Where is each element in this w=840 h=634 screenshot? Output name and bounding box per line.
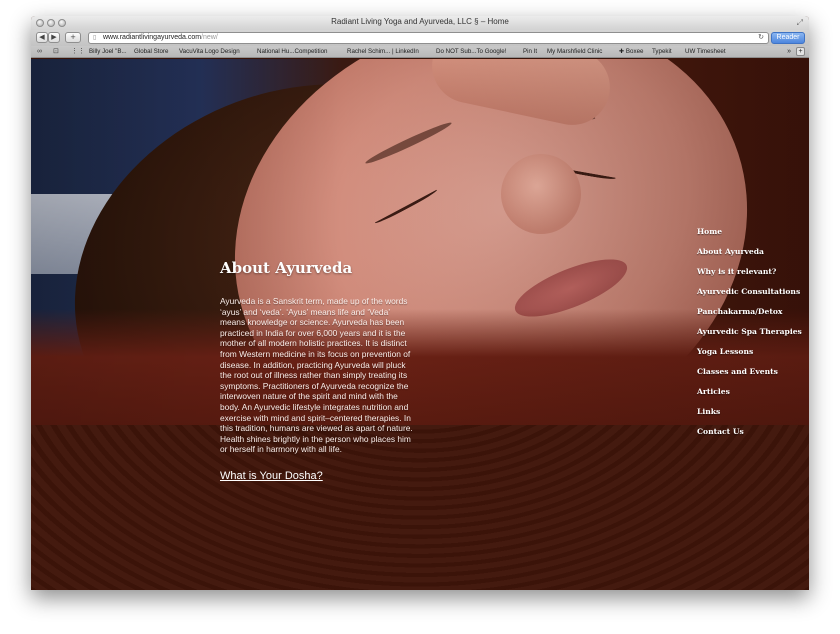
hero-photo [31, 59, 809, 425]
nav-item-articles[interactable]: Articles [697, 387, 807, 407]
nav-item-why-relevant[interactable]: Why is it relevant? [697, 267, 807, 287]
bookmark-item[interactable]: National Hu...Competition [257, 46, 328, 57]
more-bookmarks-chevron-icon[interactable]: » [787, 46, 791, 57]
photo-shade-overlay [31, 59, 809, 425]
bookmark-item[interactable]: Do NOT Sub...To Google! [436, 46, 506, 57]
window-title: Radiant Living Yoga and Ayurveda, LLC § … [331, 17, 509, 26]
bookmark-item[interactable]: Global Store [134, 46, 168, 57]
bookmarks-bar: ∞ ⊡ ⋮⋮ Billy Joel "B... Global Store Vac… [31, 46, 809, 58]
url-path: /new/ [201, 34, 218, 41]
bookmark-item[interactable]: Typekit [652, 46, 672, 57]
bookmark-item[interactable]: Billy Joel "B... [89, 46, 127, 57]
bookmark-item[interactable]: UW Timesheet [685, 46, 726, 57]
about-paragraph: Ayurveda is a Sanskrit term, made up of … [220, 296, 413, 455]
bookmark-item[interactable]: ✚ Boxee [619, 46, 643, 57]
site-navigation: Home About Ayurveda Why is it relevant? … [697, 227, 807, 447]
bookmarks-book-icon[interactable]: ⊡ [53, 46, 59, 57]
nav-item-classes-events[interactable]: Classes and Events [697, 367, 807, 387]
nav-item-consultations[interactable]: Ayurvedic Consultations [697, 287, 807, 307]
add-bookmark-plus-icon[interactable]: + [796, 47, 805, 56]
reader-button[interactable]: Reader [771, 32, 805, 44]
bookmark-item[interactable]: VacuVita Logo Design [179, 46, 240, 57]
nav-item-home[interactable]: Home [697, 227, 807, 247]
address-bar[interactable]: ▯ www.radiantlivingayurveda.com/new/ ↻ [88, 32, 769, 44]
web-page: About Ayurveda Ayurveda is a Sanskrit te… [31, 59, 809, 590]
top-sites-grid-icon[interactable]: ⋮⋮ [71, 46, 85, 57]
fullscreen-icon[interactable]: ⤢ [797, 18, 803, 28]
bookmark-item[interactable]: My Marshfield Clinic [547, 46, 602, 57]
title-bar: Radiant Living Yoga and Ayurveda, LLC § … [31, 16, 809, 30]
page-title: About Ayurveda [220, 259, 353, 277]
nav-item-panchakarma[interactable]: Panchakarma/Detox [697, 307, 807, 327]
nav-item-about-ayurveda[interactable]: About Ayurveda [697, 247, 807, 267]
reload-icon[interactable]: ↻ [758, 33, 764, 43]
browser-window: Radiant Living Yoga and Ayurveda, LLC § … [31, 16, 809, 590]
bookmark-item[interactable]: Pin It [523, 46, 537, 57]
nav-item-spa-therapies[interactable]: Ayurvedic Spa Therapies [697, 327, 807, 347]
nav-item-contact-us[interactable]: Contact Us [697, 427, 807, 447]
reading-list-icon[interactable]: ∞ [37, 46, 42, 57]
main-content: About Ayurveda Ayurveda is a Sanskrit te… [220, 259, 416, 482]
nav-item-yoga-lessons[interactable]: Yoga Lessons [697, 347, 807, 367]
page-favicon-icon: ▯ [93, 35, 97, 41]
url-text: www.radiantlivingayurveda.com/new/ [103, 33, 218, 43]
browser-toolbar: ◀ ▶ + ▯ www.radiantlivingayurveda.com/ne… [31, 30, 809, 46]
dosha-link[interactable]: What is Your Dosha? [220, 470, 416, 482]
nav-item-links[interactable]: Links [697, 407, 807, 427]
url-domain: www.radiantlivingayurveda.com [103, 34, 202, 41]
back-button[interactable]: ◀ [36, 32, 48, 43]
new-tab-button[interactable]: + [65, 32, 81, 43]
forward-button[interactable]: ▶ [48, 32, 60, 43]
bookmark-item[interactable]: Rachel Schim... | LinkedIn [347, 46, 419, 57]
